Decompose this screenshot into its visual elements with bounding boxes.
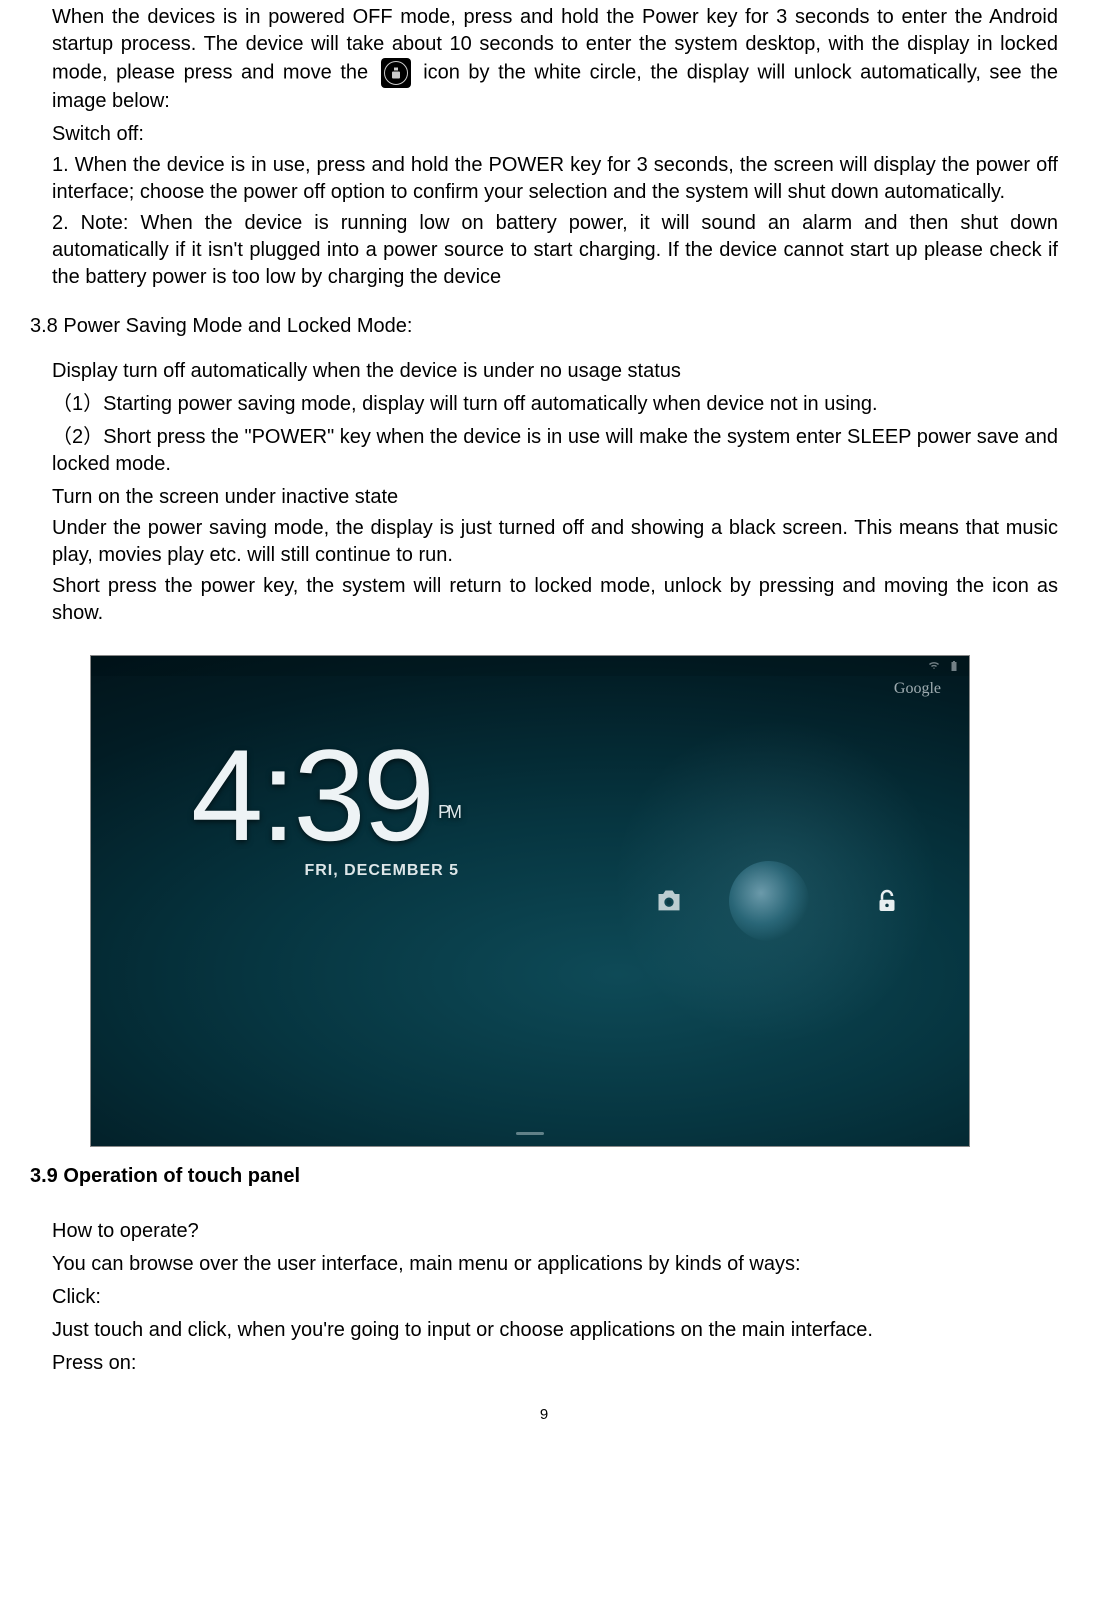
click-description: Just touch and click, when you're going …	[52, 1317, 1058, 1344]
unlock-instruction: Short press the power key, the system wi…	[52, 573, 1058, 627]
page-number: 9	[30, 1405, 1058, 1425]
switch-off-heading: Switch off:	[52, 121, 1058, 148]
lockscreen-ampm: PM	[438, 803, 459, 821]
section-3-8-heading: 3.8 Power Saving Mode and Locked Mode:	[30, 313, 1058, 340]
browse-description: You can browse over the user interface, …	[52, 1251, 1058, 1278]
auto-off-description: Display turn off automatically when the …	[52, 358, 1058, 385]
google-label: Google	[894, 678, 941, 700]
camera-icon[interactable]	[649, 881, 689, 921]
unlock-icon[interactable]	[861, 875, 913, 927]
intro-paragraph: When the devices is in powered OFF mode,…	[52, 4, 1058, 115]
click-heading: Click:	[52, 1284, 1058, 1311]
battery-icon	[947, 660, 961, 672]
lockscreen-screenshot: Google 4:39PM FRI, DECEMBER 5	[90, 655, 970, 1147]
status-bar	[91, 656, 969, 676]
power-saving-item-2: （2）Short press the "POWER" key when the …	[52, 424, 1058, 478]
lockscreen-time: 4:39	[191, 722, 432, 868]
section-3-9-heading: 3.9 Operation of touch panel	[30, 1163, 1058, 1190]
grab-handle-icon[interactable]	[490, 1126, 570, 1140]
how-to-operate-heading: How to operate?	[52, 1218, 1058, 1245]
power-saving-item-1: （1）Starting power saving mode, display w…	[52, 391, 1058, 418]
decorative-orb	[729, 861, 809, 941]
press-on-heading: Press on:	[52, 1350, 1058, 1377]
wifi-icon	[927, 660, 941, 672]
switch-off-step-1: 1. When the device is in use, press and …	[52, 152, 1058, 206]
switch-off-note: 2. Note: When the device is running low …	[52, 210, 1058, 291]
power-saving-description: Under the power saving mode, the display…	[52, 515, 1058, 569]
lockscreen-clock: 4:39PM FRI, DECEMBER 5	[191, 730, 459, 882]
turn-on-screen-heading: Turn on the screen under inactive state	[52, 484, 1058, 511]
lock-icon	[381, 58, 411, 88]
